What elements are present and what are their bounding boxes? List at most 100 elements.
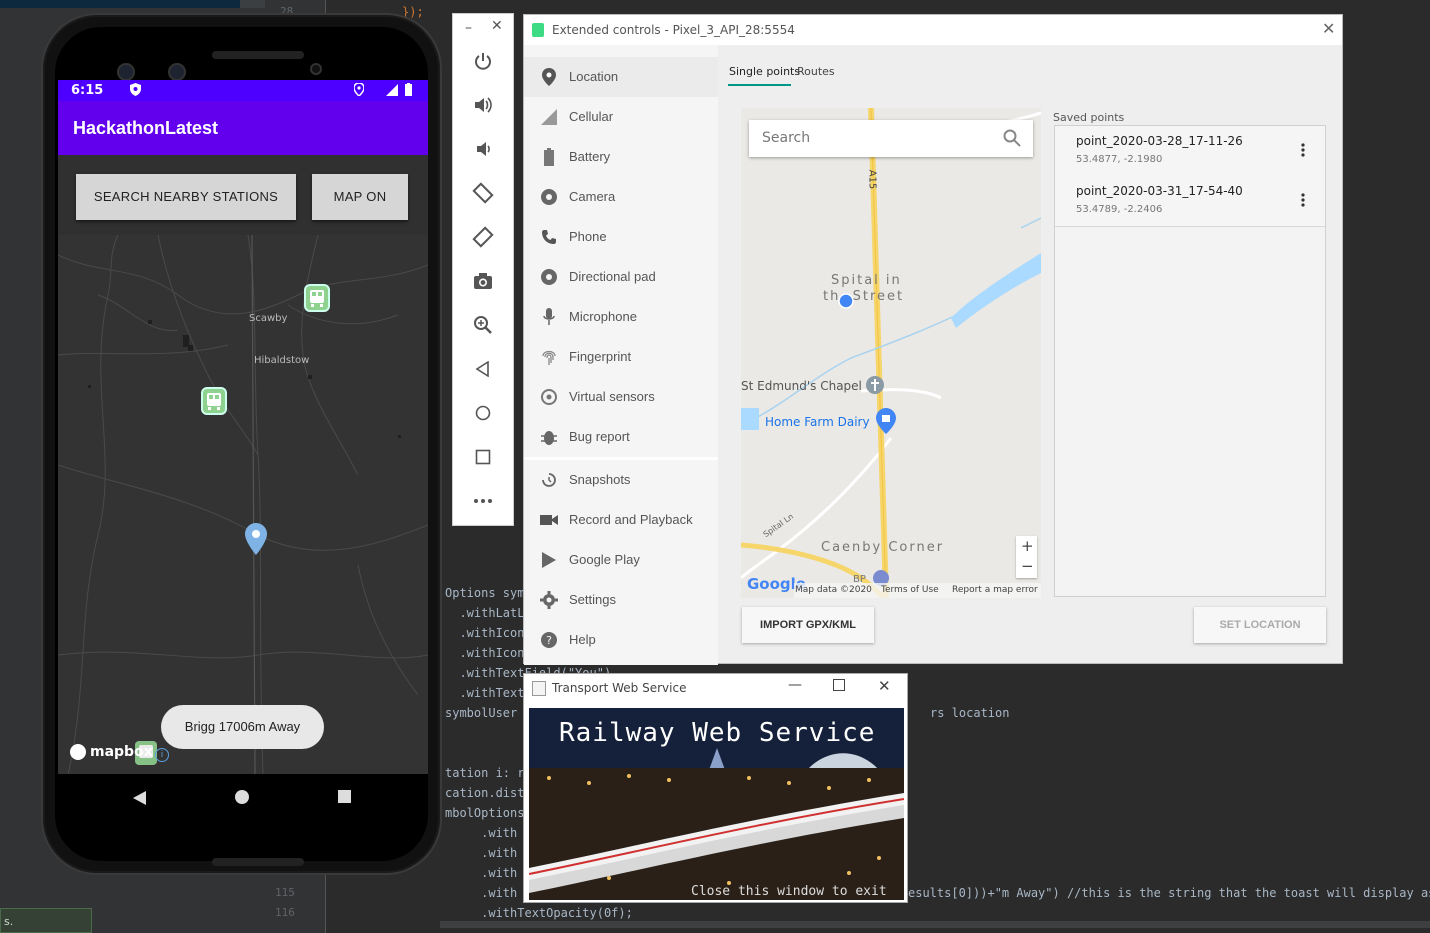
sidebar-item-google-play[interactable]: Google Play (524, 540, 718, 580)
nav-back-icon[interactable] (133, 790, 147, 809)
sidebar-item-label: Settings (569, 592, 616, 607)
sensors-icon (540, 388, 558, 406)
overview-icon[interactable] (453, 442, 513, 472)
map-search-box[interactable]: Search (749, 120, 1033, 157)
tab-single-points[interactable]: Single points (729, 65, 800, 78)
search-input[interactable]: Search (762, 130, 810, 146)
nav-home-icon[interactable] (235, 790, 249, 804)
sidebar-item-label: Battery (569, 149, 611, 164)
maximize-icon[interactable] (833, 679, 845, 691)
sidebar-item-label: Virtual sensors (569, 389, 655, 404)
google-map[interactable]: Search A15 Spital in th Street St Edmund… (741, 108, 1041, 598)
proximity-sensor-icon (310, 63, 322, 75)
place-of-worship-marker-icon[interactable] (865, 375, 885, 403)
close-icon[interactable]: ✕ (878, 677, 891, 695)
sidebar-item-fingerprint[interactable]: Fingerprint (524, 337, 718, 377)
report-map-error-link[interactable]: Report a map error (952, 585, 1038, 595)
map-label-road: A15 (866, 169, 878, 190)
sidebar-item-phone[interactable]: Phone (524, 217, 718, 257)
volume-down-icon[interactable] (453, 134, 513, 164)
search-nearby-stations-button[interactable]: SEARCH NEARBY STATIONS (76, 174, 296, 220)
map-label-scawby: Scawby (249, 313, 288, 324)
history-icon (540, 471, 558, 489)
window-title-bar: Transport Web Service — ✕ (524, 674, 907, 702)
mapbox-map[interactable]: Scawby Hibaldstow mapbox i (58, 235, 428, 775)
sidebar-item-label: Google Play (569, 552, 640, 567)
emulator-toolbar: – ✕ (452, 13, 514, 526)
sidebar-item-settings[interactable]: Settings (524, 580, 718, 620)
minimize-icon[interactable]: – (465, 20, 472, 36)
zoom-icon[interactable] (453, 310, 513, 340)
train-station-marker-icon[interactable] (203, 389, 225, 413)
code-line: .with (445, 886, 518, 900)
set-location-button[interactable]: SET LOCATION (1194, 607, 1326, 643)
code-line: .with (445, 846, 518, 860)
play-icon (540, 551, 558, 569)
power-icon[interactable] (453, 46, 513, 76)
sidebar-item-virtual-sensors[interactable]: Virtual sensors (524, 377, 718, 417)
sidebar-item-label: Fingerprint (569, 349, 632, 364)
rotate-left-icon[interactable] (453, 178, 513, 208)
phone-screen[interactable]: 6:15 HackathonLatest SEARCH NEARBY STATI… (58, 80, 428, 820)
more-options-icon[interactable] (453, 486, 513, 516)
map-label-chapel: St Edmund's Chapel (741, 379, 862, 393)
map-label-dairy: Home Farm Dairy (765, 415, 870, 429)
tab-routes[interactable]: Routes (797, 65, 835, 78)
sidebar-item-label: Camera (569, 189, 616, 204)
minimize-icon[interactable]: — (788, 677, 802, 693)
code-line: .withText (445, 686, 525, 700)
tab-active-indicator (728, 84, 791, 86)
close-icon[interactable]: ✕ (491, 18, 503, 34)
rotate-right-icon[interactable] (453, 222, 513, 252)
ide-selected-row (0, 0, 240, 8)
toast-message: Brigg 17006m Away (161, 705, 324, 749)
more-vert-icon[interactable] (1301, 142, 1305, 161)
sidebar-item-bug-report[interactable]: Bug report (524, 417, 718, 457)
gear-icon (540, 591, 558, 609)
terms-of-use-link[interactable]: Terms of Use (881, 585, 939, 595)
search-icon[interactable] (1003, 129, 1021, 151)
sidebar-item-battery[interactable]: Battery (524, 137, 718, 177)
code-line: symbolUser (445, 706, 518, 720)
close-icon[interactable]: ✕ (1322, 19, 1335, 38)
saved-point-row[interactable]: point_2020-03-28_17-11-26 53.4877, -2.198… (1055, 126, 1325, 177)
import-gpx-kml-button[interactable]: IMPORT GPX/KML (742, 607, 874, 643)
code-line: .with (445, 826, 518, 840)
nav-recents-icon[interactable] (338, 790, 351, 803)
sidebar-item-microphone[interactable]: Microphone (524, 297, 718, 337)
screenshot-camera-icon[interactable] (453, 266, 513, 296)
android-status-bar: 6:15 (58, 80, 428, 101)
zoom-in-button[interactable]: + (1021, 537, 1034, 555)
sidebar-item-snapshots[interactable]: Snapshots (524, 460, 718, 500)
bug-icon (540, 428, 558, 446)
zoom-out-button[interactable]: − (1021, 557, 1034, 575)
user-location-pin-icon[interactable] (245, 523, 267, 559)
attribution-info-icon[interactable]: i (155, 748, 169, 762)
saved-point-coords: 53.4789, -2.2406 (1076, 204, 1163, 215)
volume-up-icon[interactable] (453, 90, 513, 120)
java-app-icon (532, 681, 546, 696)
railway-banner-image: Railway Web Service Close this window to… (529, 708, 904, 900)
sidebar-item-location[interactable]: Location (524, 57, 718, 97)
saved-points-list: point_2020-03-28_17-11-26 53.4877, -2.198… (1054, 125, 1326, 597)
map-roads (58, 235, 428, 775)
sidebar-item-camera[interactable]: Camera (524, 177, 718, 217)
sidebar-item-help[interactable]: ? Help (524, 620, 718, 660)
window-title-bar: Extended controls - Pixel_3_API_28:5554 … (524, 15, 1342, 45)
train-station-marker-icon[interactable] (306, 286, 328, 310)
signal-icon (540, 108, 558, 126)
horizontal-scrollbar[interactable] (440, 921, 1430, 928)
more-vert-icon[interactable] (1301, 192, 1305, 211)
code-line: .withIcon (445, 626, 525, 640)
front-sensor-icon (168, 63, 186, 81)
back-icon[interactable] (453, 354, 513, 384)
map-data-credit: Map data ©2020 (795, 585, 872, 595)
map-on-button[interactable]: MAP ON (312, 174, 408, 220)
shopping-marker-icon[interactable] (876, 408, 896, 438)
sidebar-item-record-and-playback[interactable]: Record and Playback (524, 500, 718, 540)
sidebar-item-cellular[interactable]: Cellular (524, 97, 718, 137)
status-text: s. (4, 915, 14, 928)
saved-point-row[interactable]: point_2020-03-31_17-54-40 53.4789, -2.240… (1055, 176, 1325, 227)
sidebar-item-directional-pad[interactable]: Directional pad (524, 257, 718, 297)
home-icon[interactable] (453, 398, 513, 428)
